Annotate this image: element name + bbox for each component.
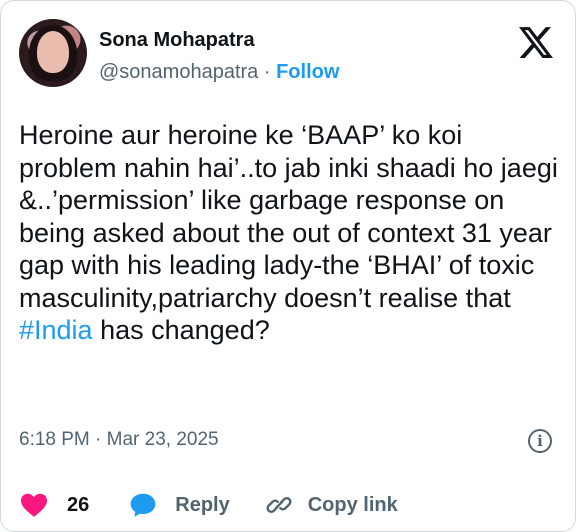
reply-button[interactable]: Reply (129, 492, 265, 518)
info-icon[interactable]: i (528, 429, 552, 453)
handle-separator: · (263, 61, 271, 83)
reply-label: Reply (175, 493, 230, 516)
author-name[interactable]: Sona Mohapatra (99, 29, 255, 52)
tweet-card: Sona Mohapatra @sonamohapatra · Follow H… (0, 0, 576, 532)
copy-link-button[interactable]: Copy link (266, 492, 398, 518)
tweet-text-end: has changed? (92, 315, 270, 345)
heart-icon (21, 493, 47, 517)
tweet-timestamp[interactable]: 6:18 PM · Mar 23, 2025 (19, 429, 219, 451)
tweet-text: Heroine aur heroine ke ‘BAAP’ ko koi pro… (19, 119, 564, 347)
avatar[interactable] (19, 19, 87, 87)
avatar-face (37, 31, 69, 73)
speech-bubble-icon (130, 493, 156, 517)
like-button[interactable]: 26 (19, 492, 129, 518)
like-count: 26 (67, 493, 90, 516)
follow-button[interactable]: Follow (276, 61, 339, 83)
author-handle[interactable]: @sonamohapatra (99, 61, 258, 83)
copy-link-label: Copy link (307, 493, 398, 516)
action-bar: 26 Reply Copy link (19, 487, 559, 523)
author-handle-row: @sonamohapatra · Follow (99, 61, 339, 84)
tweet-text-main: Heroine aur heroine ke ‘BAAP’ ko koi pro… (19, 120, 558, 313)
x-logo-icon[interactable] (519, 25, 553, 59)
link-icon (266, 497, 292, 513)
hashtag-link[interactable]: #India (19, 315, 93, 345)
